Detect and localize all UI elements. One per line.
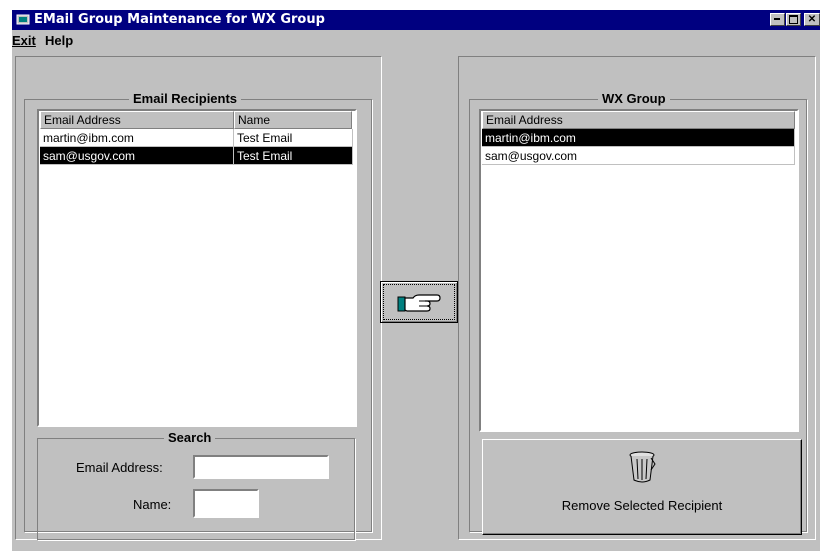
window-title: EMail Group Maintenance for WX Group [34,12,325,27]
maximize-button[interactable] [786,13,801,26]
col-header-name[interactable]: Name [234,111,352,129]
recipient-email: martin@ibm.com [40,129,234,147]
col-header-email[interactable]: Email Address [40,111,234,129]
list-item[interactable]: martin@ibm.com Test Email [40,129,353,147]
close-icon: ✕ [807,14,817,25]
recipient-name: Test Email [234,129,353,147]
maximize-icon [789,15,798,24]
remove-recipient-button[interactable]: Remove Selected Recipient [482,439,802,535]
menu-bar: Exit Help [12,31,820,51]
group-col-header-email[interactable]: Email Address [482,111,795,129]
menu-help[interactable]: Help [45,33,73,48]
group-email: sam@usgov.com [482,147,795,165]
minimize-icon [774,18,780,20]
trash-can-icon [629,451,656,483]
group-title: WX Group [598,91,670,106]
recipients-list[interactable]: Email Address Name martin@ibm.com Test E… [37,109,357,427]
close-button[interactable]: ✕ [804,13,820,26]
remove-button-label: Remove Selected Recipient [561,498,723,513]
search-title: Search [164,430,216,445]
search-name-input[interactable] [193,489,259,518]
app-icon [16,14,30,25]
search-email-input[interactable] [193,455,329,479]
menu-help-label: Help [45,33,74,48]
minimize-button[interactable] [770,13,785,26]
search-email-label: Email Address: [76,460,163,475]
title-bar: EMail Group Maintenance for WX Group ✕ [12,10,820,30]
add-to-group-button[interactable] [380,281,458,323]
recipient-name: Test Email [234,147,353,165]
group-email: martin@ibm.com [482,129,795,147]
main-window: EMail Group Maintenance for WX Group ✕ E… [12,10,820,551]
list-item[interactable]: sam@usgov.com [482,147,795,165]
search-name-label: Name: [133,497,172,512]
list-item[interactable]: sam@usgov.com Test Email [40,147,353,165]
menu-exit[interactable]: Exit [12,33,36,48]
menu-exit-label: Exit [12,33,36,48]
search-groupbox: Search Email Address: Name: [37,430,355,540]
pointing-hand-icon [397,294,441,312]
group-list[interactable]: Email Address martin@ibm.com sam@usgov.c… [479,109,799,432]
list-item[interactable]: martin@ibm.com [482,129,795,147]
recipient-email: sam@usgov.com [40,147,234,165]
